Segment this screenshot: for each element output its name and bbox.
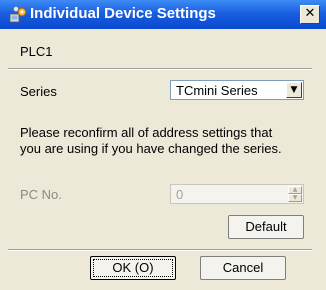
pc-no-value: 0	[176, 187, 184, 202]
divider	[8, 249, 312, 251]
spin-up-button[interactable]: ▲	[288, 186, 302, 194]
spinner-buttons: ▲ ▼	[288, 186, 302, 202]
spin-down-button[interactable]: ▼	[288, 194, 302, 202]
cancel-button[interactable]: Cancel	[200, 256, 286, 280]
title-bar[interactable]: Individual Device Settings ✕	[0, 0, 326, 29]
chevron-down-icon: ▼	[290, 85, 298, 95]
series-select[interactable]: TCmini Series ▼	[170, 80, 304, 100]
series-label: Series	[20, 84, 57, 99]
arrow-down-icon: ▼	[292, 194, 298, 201]
notice-line-2: you are using if you have changed the se…	[20, 141, 282, 156]
window-title: Individual Device Settings	[30, 5, 216, 22]
series-dropdown-button[interactable]: ▼	[286, 82, 302, 98]
default-button[interactable]: Default	[228, 215, 304, 239]
series-value: TCmini Series	[176, 83, 258, 98]
close-icon: ✕	[304, 6, 316, 21]
ok-button[interactable]: OK (O)	[90, 256, 176, 280]
device-name: PLC1	[20, 44, 53, 59]
pc-no-label: PC No.	[20, 187, 62, 202]
pc-no-spinner[interactable]: 0 ▲ ▼	[170, 184, 304, 204]
divider	[8, 68, 312, 70]
device-settings-icon	[9, 6, 27, 23]
notice-line-1: Please reconfirm all of address settings…	[20, 125, 273, 140]
series-change-notice: Please reconfirm all of address settings…	[20, 125, 310, 157]
close-button[interactable]: ✕	[300, 5, 320, 24]
arrow-up-icon: ▲	[292, 186, 298, 193]
